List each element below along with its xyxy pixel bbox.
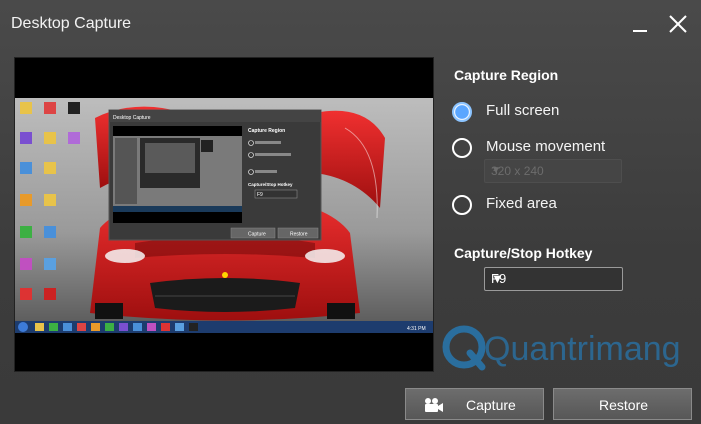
taskbar: 4:31 PM xyxy=(15,321,433,333)
hotkey-heading: Capture/Stop Hotkey xyxy=(454,245,593,261)
mini-hotkey-value: F9 xyxy=(257,192,263,198)
mouse-area-size-select: 320 x 240 ▼ xyxy=(484,159,622,183)
mini-window-title: Desktop Capture xyxy=(113,115,151,121)
restore-button[interactable]: Restore xyxy=(553,388,692,420)
radio-label-mouse-movement: Mouse movement xyxy=(486,138,606,155)
taskbar-time: 4:31 PM xyxy=(407,326,426,332)
restore-button-label: Restore xyxy=(599,397,649,413)
nested-window: Desktop Capture Capture Region Capture/S… xyxy=(108,109,322,241)
close-button[interactable] xyxy=(664,10,692,38)
radio-checked-icon[interactable] xyxy=(452,102,472,122)
minimize-icon xyxy=(633,30,647,32)
dropdown-arrow-icon: ▼ xyxy=(491,165,501,176)
mini-heading-region: Capture Region xyxy=(248,128,285,134)
minimize-button[interactable] xyxy=(628,10,652,34)
radio-unchecked-icon[interactable] xyxy=(452,138,472,158)
capture-preview: Desktop Capture Capture Region Capture/S… xyxy=(14,57,434,372)
radio-label-fixed-area: Fixed area xyxy=(486,195,557,212)
close-icon xyxy=(669,15,687,33)
mini-restore-label: Restore xyxy=(290,232,308,238)
mini-capture-label: Capture xyxy=(248,232,266,238)
radio-unchecked-icon[interactable] xyxy=(452,195,472,215)
mini-heading-hotkey: Capture/Stop Hotkey xyxy=(248,182,293,187)
capture-button-label: Capture xyxy=(466,397,516,413)
window-title: Desktop Capture xyxy=(11,15,132,32)
capture-region-heading: Capture Region xyxy=(454,67,559,83)
radio-label-full-screen: Full screen xyxy=(486,102,560,119)
hotkey-select[interactable]: F9 ▼ xyxy=(484,267,623,291)
watermark-text: Quantrimang xyxy=(484,330,681,368)
camera-icon xyxy=(425,398,443,412)
capture-button[interactable]: Capture xyxy=(405,388,544,420)
dropdown-arrow-icon: ▼ xyxy=(491,271,504,286)
title-bar[interactable]: Desktop Capture xyxy=(0,0,701,44)
desktop-capture-window: Desktop Capture Desktop Capture Capture … xyxy=(0,0,701,424)
quantrimang-watermark: Quantrimang xyxy=(442,325,681,371)
